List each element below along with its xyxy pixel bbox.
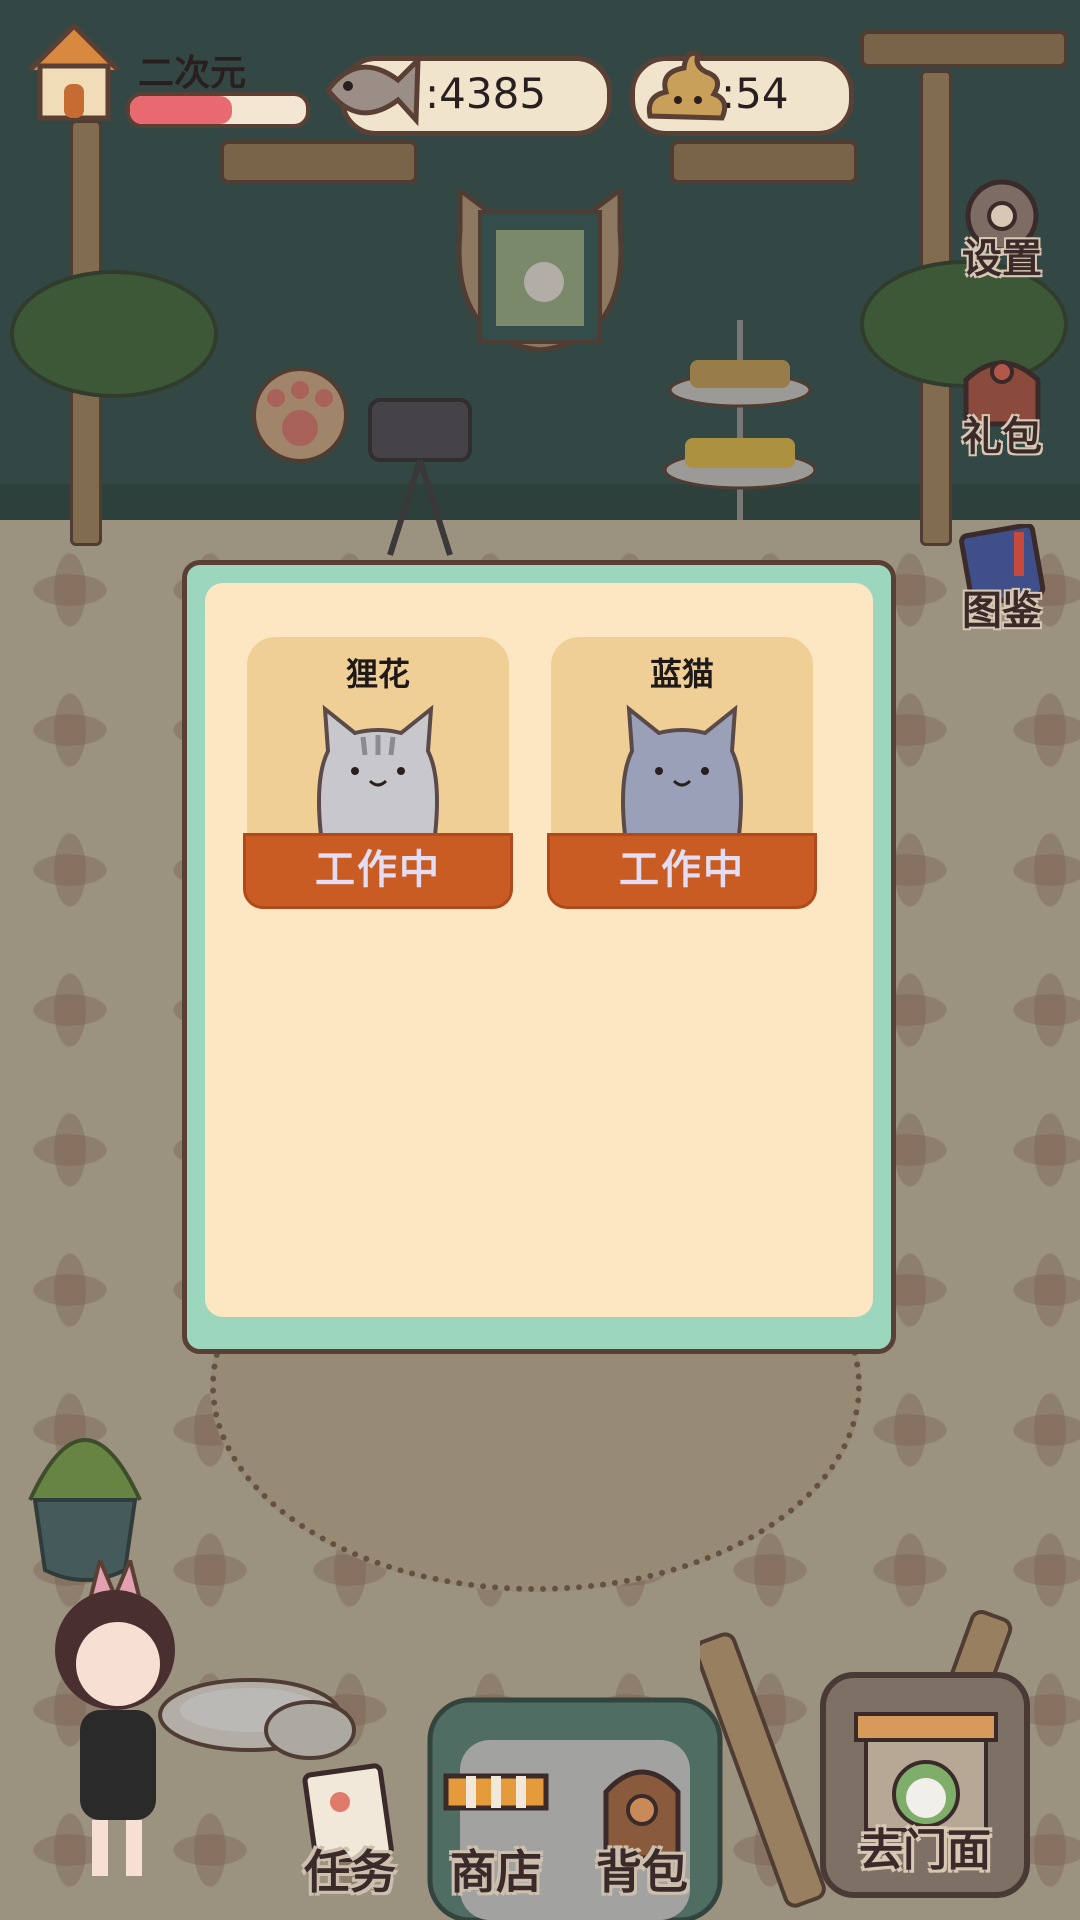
backpack-button[interactable]: 背包 xyxy=(582,1762,702,1902)
cat-status: 工作中 xyxy=(243,833,513,909)
shopkeeper-girl-character[interactable] xyxy=(30,1560,200,1890)
storefront-icon xyxy=(854,1712,998,1832)
fish-count-prefix: : xyxy=(425,69,440,118)
cat-name: 蓝猫 xyxy=(649,655,714,693)
tasks-label: 任务 xyxy=(304,1845,396,1899)
poop-count-value: 54 xyxy=(735,69,789,118)
cat-card[interactable]: 蓝猫 工作中 xyxy=(547,637,817,909)
gift-pack-button[interactable]: 礼包 xyxy=(948,350,1056,466)
fish-icon xyxy=(324,53,421,127)
cattery-house-icon[interactable] xyxy=(24,20,124,124)
poop-icon xyxy=(646,50,728,121)
gift-pack-label: 礼包 xyxy=(962,414,1042,460)
settings-label: 设置 xyxy=(962,236,1042,282)
fish-count: :4385 xyxy=(425,69,546,118)
backpack-label: 背包 xyxy=(596,1845,688,1899)
tabby-cat-icon xyxy=(317,704,439,851)
shop-label: 商店 xyxy=(450,1845,542,1899)
collection-label: 图鉴 xyxy=(962,588,1042,634)
blue-cat-icon xyxy=(621,704,743,851)
cat-list-panel: 狸花 工作中 蓝猫 工作中 xyxy=(205,583,873,1317)
go-storefront-label: 去门面 xyxy=(859,1825,991,1876)
cat-list-dialog: 狸花 工作中 蓝猫 工作中 xyxy=(182,560,896,1354)
cat-status: 工作中 xyxy=(547,833,817,909)
collection-button[interactable]: 图鉴 xyxy=(948,524,1056,640)
level-progress-bar xyxy=(126,92,310,128)
cat-card[interactable]: 狸花 工作中 xyxy=(243,637,513,909)
tasks-button[interactable]: 任务 xyxy=(290,1762,410,1902)
level-progress-fill xyxy=(130,96,233,124)
fish-count-value: 4385 xyxy=(439,69,547,118)
player-name: 二次元 xyxy=(138,53,247,94)
go-storefront-button[interactable]: 去门面 xyxy=(820,1672,1030,1898)
settings-button[interactable]: 设置 xyxy=(948,172,1056,288)
shop-button[interactable]: 商店 xyxy=(436,1762,556,1902)
cat-name: 狸花 xyxy=(345,655,410,693)
